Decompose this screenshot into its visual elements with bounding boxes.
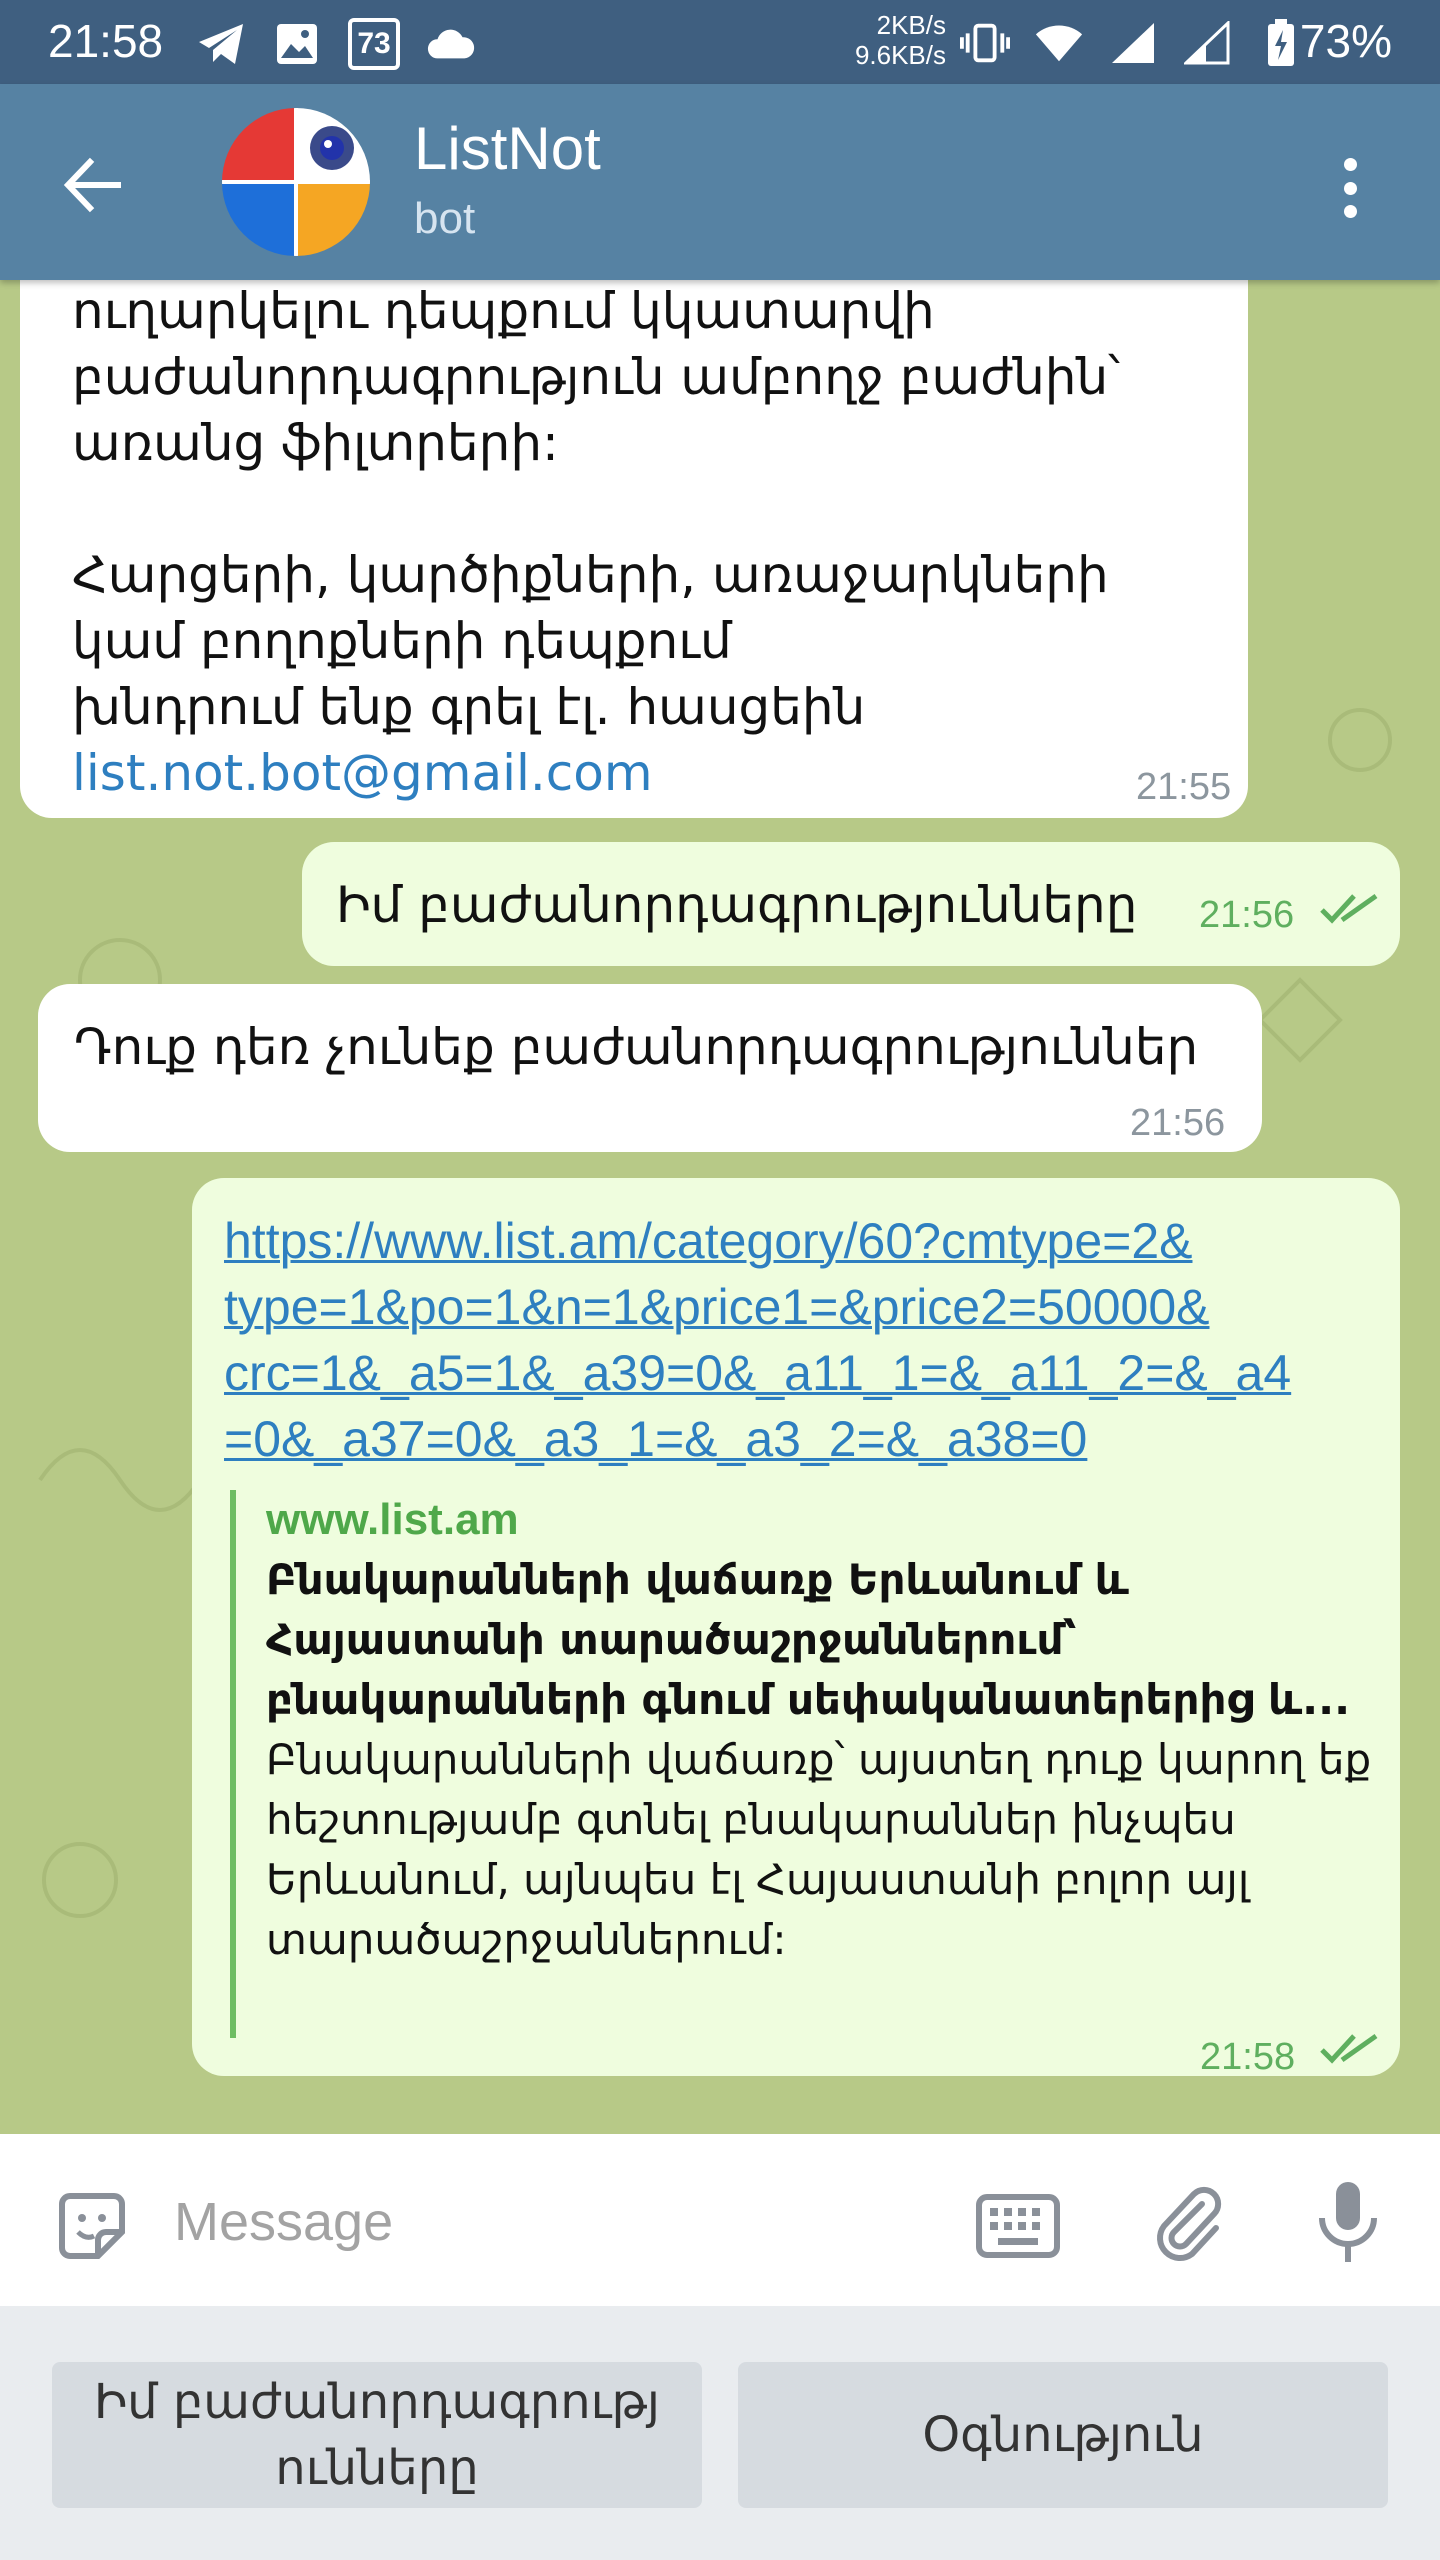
chat-header: ListNot bot <box>0 84 1440 280</box>
double-check-icon <box>1320 893 1378 924</box>
link-line[interactable]: https://www.list.am/category/60?cmtype=2… <box>224 1213 1192 1269</box>
battery-percent: 73% <box>1299 15 1392 67</box>
paperclip-icon <box>1157 2186 1222 2261</box>
message-list[interactable]: ուղարկելու դեպքում կկատարվի բաժանորդագրո… <box>0 280 1440 2134</box>
signal-icon <box>1108 18 1158 68</box>
notification-icons: 73 <box>196 18 476 70</box>
email-link[interactable]: list.not.bot@gmail.com <box>72 744 653 802</box>
message-composer <box>0 2134 1440 2306</box>
back-button[interactable] <box>58 150 128 220</box>
message-time: 21:55 <box>1136 766 1232 808</box>
bot-reply-keyboard: Իմ բաժանորդագրությ ունները Օգնություն <box>0 2306 1440 2560</box>
link-line[interactable]: type=1&po=1&n=1&price1=&price2=50000& <box>224 1279 1210 1335</box>
message-text: ուղարկելու դեպքում կկատարվի բաժանորդագրո… <box>72 280 1222 806</box>
chat-title[interactable]: ListNot <box>414 114 601 183</box>
message-bubble-incoming[interactable]: ուղարկելու դեպքում կկատարվի բաժանորդագրո… <box>20 280 1248 818</box>
battery-charging-icon <box>1256 18 1306 68</box>
attach-button[interactable] <box>1150 2182 1230 2262</box>
keyboard-icon <box>976 2194 1060 2258</box>
microphone-icon <box>1319 2182 1377 2262</box>
message-time: 21:56 <box>1199 894 1295 936</box>
more-vertical-icon <box>1343 158 1357 171</box>
net-speed-up: 2KB/s <box>876 10 946 40</box>
bot-keyboard-toggle-button[interactable] <box>976 2194 1060 2258</box>
message-text: Իմ բաժանորդագրությունները <box>336 876 1138 934</box>
sticker-emoji-icon <box>59 2193 125 2259</box>
preview-site: www.list.am <box>266 1495 519 1544</box>
more-menu-button[interactable] <box>1330 148 1370 228</box>
my-subscriptions-button[interactable]: Իմ բաժանորդագրությ ունները <box>52 2362 702 2508</box>
link-line[interactable]: =0&_a37=0&_a3_1=&_a3_2=&_a38=0 <box>224 1411 1087 1467</box>
image-icon <box>272 19 322 69</box>
message-input[interactable] <box>174 2182 914 2262</box>
emoji-button[interactable] <box>52 2186 132 2266</box>
message-bubble-outgoing[interactable]: https://www.list.am/category/60?cmtype=2… <box>192 1178 1400 2078</box>
message-text: Դուք դեռ չունեք բաժանորդագրություններ <box>74 1018 1199 1076</box>
bot-logo-icon <box>222 108 370 256</box>
help-button[interactable]: Օգնություն <box>738 2362 1388 2508</box>
message-bubble-outgoing[interactable]: Իմ բաժանորդագրությունները 21:56 <box>302 842 1400 966</box>
link-line[interactable]: crc=1&_a5=1&_a39=0&_a11_1=&_a11_2=&_a4 <box>224 1345 1291 1401</box>
notification-badge: 73 <box>348 18 400 70</box>
message-link[interactable]: https://www.list.am/category/60?cmtype=2… <box>224 1208 1384 1472</box>
message-bubble-incoming[interactable]: Դուք դեռ չունեք բաժանորդագրություններ 21… <box>38 984 1262 1152</box>
cloud-icon <box>426 19 476 69</box>
preview-title: Բնակարանների վաճառք Երևանում և Հայաստանի… <box>266 1555 1351 1724</box>
message-time: 21:56 <box>1130 1102 1226 1144</box>
voice-record-button[interactable] <box>1312 2178 1384 2268</box>
net-speed-down: 9.6KB/s <box>854 40 946 70</box>
signal-weak-icon <box>1182 18 1232 68</box>
message-body: ուղարկելու դեպքում կկատարվի բաժանորդագրո… <box>72 282 1121 736</box>
system-icons <box>960 18 1306 68</box>
message-time: 21:58 <box>1200 2036 1296 2078</box>
vibrate-icon <box>960 18 1010 68</box>
telegram-icon <box>196 19 246 69</box>
network-speed: 2KB/s 9.6KB/s <box>836 10 946 70</box>
double-check-icon <box>1320 2033 1378 2064</box>
arrow-left-icon <box>63 157 121 213</box>
preview-description: Բնակարանների վաճառք՝ այստեղ դուք կարող ե… <box>266 1735 1372 1964</box>
wifi-icon <box>1034 18 1084 68</box>
link-preview[interactable]: www.list.am Բնակարանների վաճառք Երևանում… <box>230 1490 1371 2038</box>
avatar[interactable] <box>222 108 370 256</box>
status-bar: 21:58 73 2KB/s 9.6KB/s 73% <box>0 0 1440 84</box>
status-time: 21:58 <box>48 15 164 67</box>
chat-subtitle: bot <box>414 194 476 243</box>
